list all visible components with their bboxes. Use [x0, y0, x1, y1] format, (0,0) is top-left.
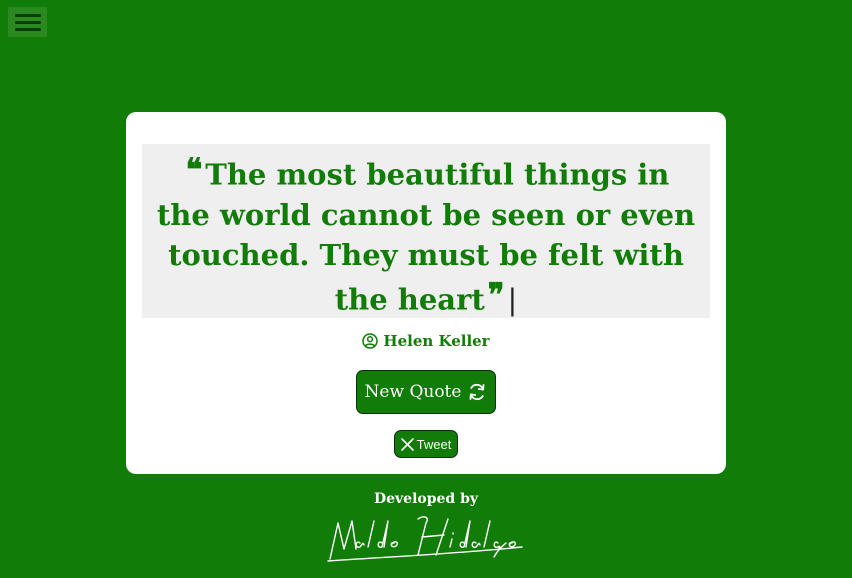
quote-text: The most beautiful things in the world c… — [156, 157, 696, 317]
new-quote-label: New Quote — [364, 382, 462, 402]
menu-button[interactable] — [8, 7, 47, 37]
quote-author: Helen Keller — [126, 332, 726, 350]
new-quote-button[interactable]: New Quote — [356, 370, 496, 414]
refresh-icon — [470, 384, 485, 400]
quote-box: ❝ The most beautiful things in the world … — [142, 144, 710, 318]
tweet-button[interactable]: Tweet — [394, 430, 458, 458]
hamburger-icon — [14, 13, 41, 17]
author-name: Helen Keller — [383, 332, 490, 350]
hamburger-icon-bar — [14, 20, 41, 24]
quote-card: ❝ The most beautiful things in the world … — [126, 112, 726, 474]
developed-by-label: Developed by — [373, 491, 479, 507]
developer-signature — [327, 516, 523, 562]
x-logo-icon — [400, 437, 414, 451]
user-circle-icon — [362, 333, 379, 349]
open-quote-icon: ❝ — [185, 152, 203, 188]
typing-cursor: | — [507, 282, 518, 317]
hamburger-icon-bar — [14, 27, 41, 31]
tweet-label: Tweet — [416, 436, 452, 452]
close-quote-icon: ❞ — [487, 276, 505, 313]
